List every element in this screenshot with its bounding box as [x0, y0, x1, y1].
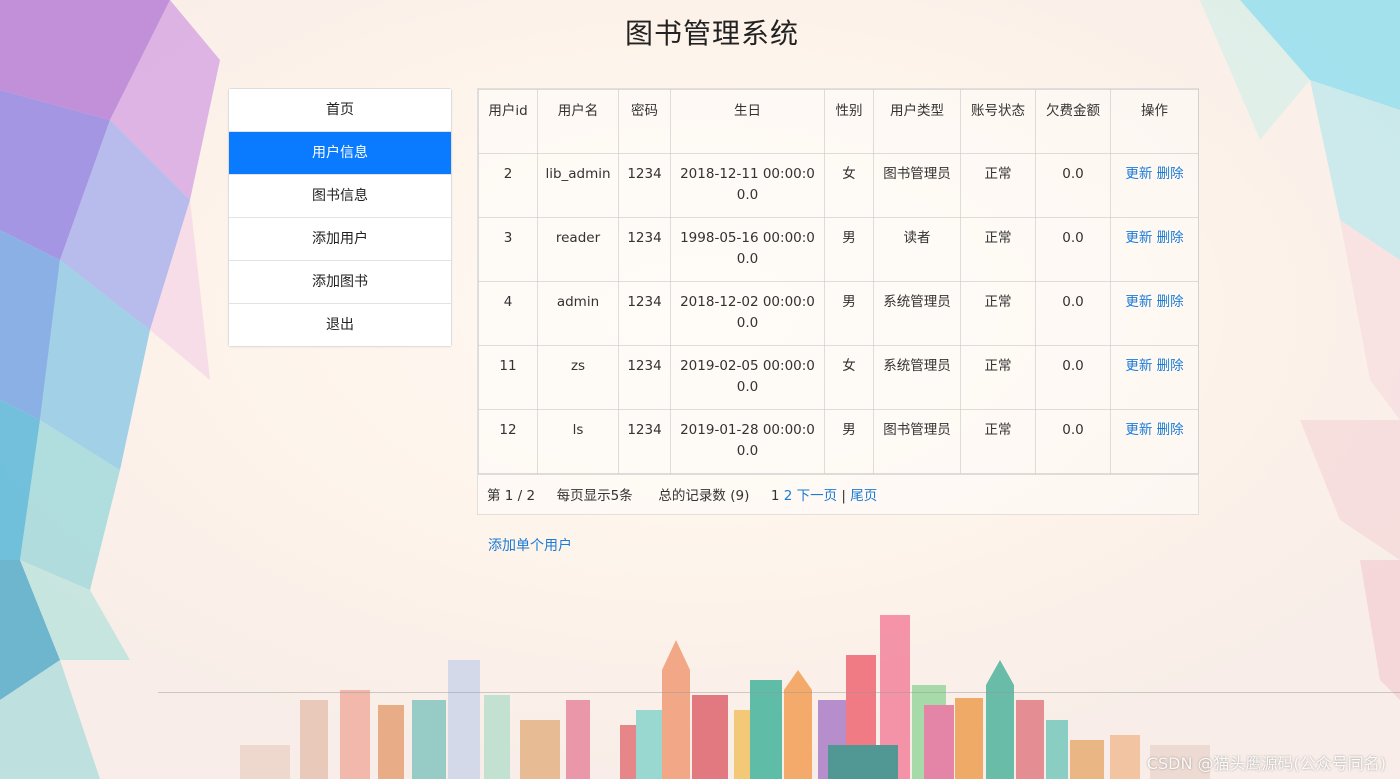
cell-gender: 男: [824, 281, 874, 346]
cell-status: 正常: [960, 217, 1036, 282]
cell-password: 1234: [618, 217, 671, 282]
delete-link[interactable]: 删除: [1157, 230, 1184, 246]
cell-birthday: 2018-12-02 00:00:00.0: [670, 281, 825, 346]
column-header: 操作: [1110, 89, 1199, 154]
cell-arrears: 0.0: [1035, 281, 1111, 346]
column-header: 用户类型: [873, 89, 961, 154]
cell-actions: 更新 删除: [1110, 345, 1199, 410]
pagination-separator: |: [841, 488, 846, 504]
cell-actions: 更新 删除: [1110, 281, 1199, 346]
cell-user-type: 图书管理员: [873, 153, 961, 218]
pagination-bar: 第 1 / 2 每页显示5条 总的记录数 (9) 1 2 下一页 | 尾页: [478, 474, 1198, 518]
table-row: 2 lib_admin 1234 2018-12-11 00:00:00.0 女…: [478, 153, 1199, 218]
update-link[interactable]: 更新: [1125, 230, 1152, 246]
cell-status: 正常: [960, 345, 1036, 410]
column-header: 欠费金额: [1035, 89, 1111, 154]
cell-status: 正常: [960, 409, 1036, 474]
column-header: 用户id: [478, 89, 538, 154]
sidebar-item-add-book[interactable]: 添加图书: [229, 261, 451, 304]
cell-birthday: 1998-05-16 00:00:00.0: [670, 217, 825, 282]
delete-link[interactable]: 删除: [1157, 166, 1184, 182]
column-header: 生日: [670, 89, 825, 154]
cell-gender: 女: [824, 153, 874, 218]
table-row: 4 admin 1234 2018-12-02 00:00:00.0 男 系统管…: [478, 281, 1199, 346]
cell-arrears: 0.0: [1035, 217, 1111, 282]
sidebar-nav: 首页 用户信息 图书信息 添加用户 添加图书 退出: [228, 88, 452, 347]
cell-status: 正常: [960, 153, 1036, 218]
cell-gender: 女: [824, 345, 874, 410]
cell-username: reader: [537, 217, 619, 282]
delete-link[interactable]: 删除: [1157, 358, 1184, 374]
cell-birthday: 2019-01-28 00:00:00.0: [670, 409, 825, 474]
table-row: 3 reader 1234 1998-05-16 00:00:00.0 男 读者…: [478, 217, 1199, 282]
cell-password: 1234: [618, 281, 671, 346]
cell-user-id: 2: [478, 153, 538, 218]
cell-arrears: 0.0: [1035, 409, 1111, 474]
sidebar-item-logout[interactable]: 退出: [229, 304, 451, 346]
add-single-user-link[interactable]: 添加单个用户: [488, 535, 572, 555]
cell-user-id: 3: [478, 217, 538, 282]
footer-divider: [158, 692, 1400, 693]
page-info: 第 1 / 2: [487, 488, 536, 504]
cell-gender: 男: [824, 409, 874, 474]
delete-link[interactable]: 删除: [1157, 422, 1184, 438]
sidebar-item-book-info[interactable]: 图书信息: [229, 175, 451, 218]
update-link[interactable]: 更新: [1125, 166, 1152, 182]
delete-link[interactable]: 删除: [1157, 294, 1184, 310]
cell-user-id: 4: [478, 281, 538, 346]
cell-actions: 更新 删除: [1110, 153, 1199, 218]
users-panel: 用户id 用户名 密码 生日 性别 用户类型 账号状态 欠费金额 操作 2 li…: [477, 88, 1199, 515]
sidebar-item-add-user[interactable]: 添加用户: [229, 218, 451, 261]
cell-actions: 更新 删除: [1110, 409, 1199, 474]
cell-gender: 男: [824, 217, 874, 282]
cell-password: 1234: [618, 409, 671, 474]
cell-arrears: 0.0: [1035, 345, 1111, 410]
update-link[interactable]: 更新: [1125, 422, 1152, 438]
cell-user-type: 图书管理员: [873, 409, 961, 474]
next-page-link[interactable]: 下一页: [797, 488, 838, 504]
last-page-link[interactable]: 尾页: [850, 488, 877, 504]
total-count: (9): [730, 488, 750, 504]
cell-password: 1234: [618, 345, 671, 410]
cell-status: 正常: [960, 281, 1036, 346]
cell-user-type: 读者: [873, 217, 961, 282]
column-header: 账号状态: [960, 89, 1036, 154]
update-link[interactable]: 更新: [1125, 294, 1152, 310]
page-title: 图书管理系统: [624, 17, 799, 50]
cell-user-id: 11: [478, 345, 538, 410]
cell-username: zs: [537, 345, 619, 410]
cell-user-type: 系统管理员: [873, 281, 961, 346]
cell-arrears: 0.0: [1035, 153, 1111, 218]
total-label: 总的记录数: [658, 488, 726, 504]
cell-username: lib_admin: [537, 153, 619, 218]
cell-actions: 更新 删除: [1110, 217, 1199, 282]
table-header-row: 用户id 用户名 密码 生日 性别 用户类型 账号状态 欠费金额 操作: [478, 89, 1199, 154]
users-table: 用户id 用户名 密码 生日 性别 用户类型 账号状态 欠费金额 操作 2 li…: [478, 89, 1199, 474]
column-header: 用户名: [537, 89, 619, 154]
current-page: 1: [770, 488, 780, 504]
cell-birthday: 2018-12-11 00:00:00.0: [670, 153, 825, 218]
page-size: 每页显示5条: [556, 488, 633, 504]
cell-user-id: 12: [478, 409, 538, 474]
watermark: CSDN @猫头鹰源码(公众号同名): [1146, 754, 1386, 773]
sidebar-item-user-info[interactable]: 用户信息: [229, 132, 451, 175]
cell-user-type: 系统管理员: [873, 345, 961, 410]
update-link[interactable]: 更新: [1125, 358, 1152, 374]
table-row: 12 ls 1234 2019-01-28 00:00:00.0 男 图书管理员…: [478, 409, 1199, 474]
sidebar-item-home[interactable]: 首页: [229, 89, 451, 132]
cell-username: admin: [537, 281, 619, 346]
page-2-link[interactable]: 2: [784, 488, 793, 504]
cell-username: ls: [537, 409, 619, 474]
cell-password: 1234: [618, 153, 671, 218]
cell-birthday: 2019-02-05 00:00:00.0: [670, 345, 825, 410]
table-row: 11 zs 1234 2019-02-05 00:00:00.0 女 系统管理员…: [478, 345, 1199, 410]
column-header: 性别: [824, 89, 874, 154]
column-header: 密码: [618, 89, 671, 154]
